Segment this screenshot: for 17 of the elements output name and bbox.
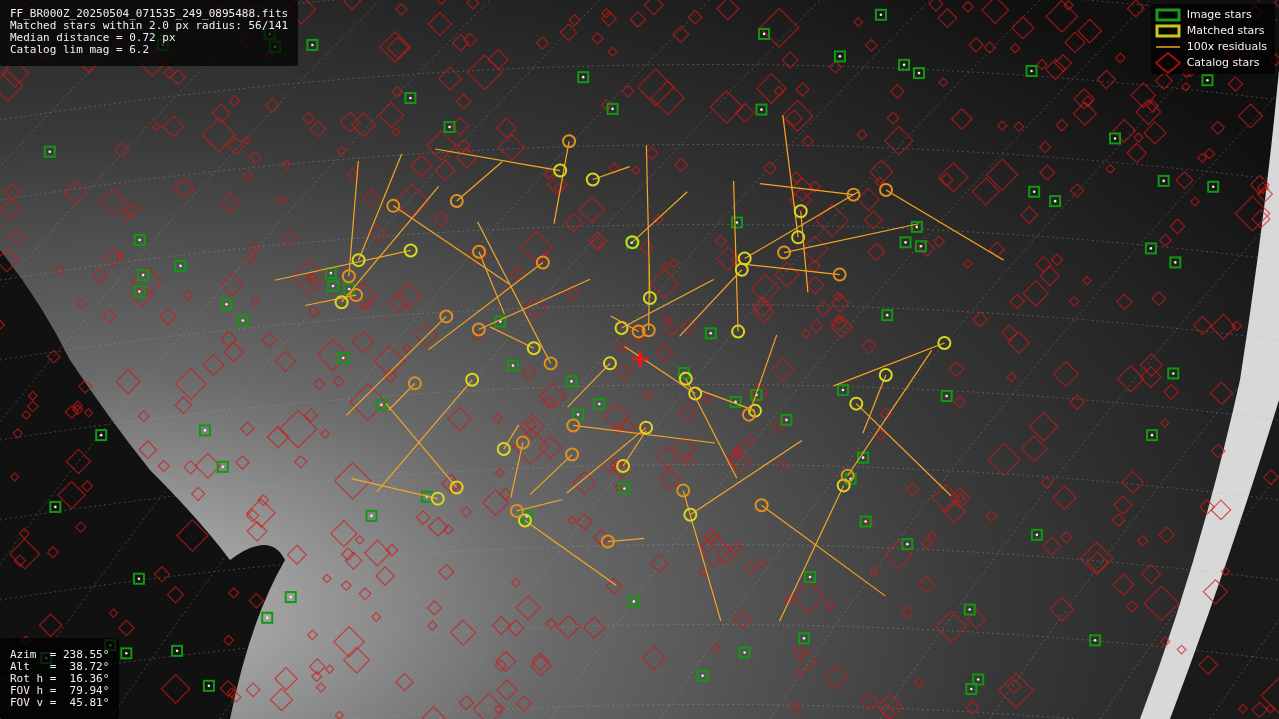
info-text: Median distance = 0.72 px <box>10 32 177 44</box>
pointing-text: FOV v = 45.81° <box>10 697 110 709</box>
legend-label: 100x residuals <box>1186 41 1267 53</box>
info-text: Matched stars within 2.0 px radius: 56/141 <box>10 20 289 32</box>
legend-label: Image stars <box>1186 9 1252 21</box>
info-text: FF_BR000Z_20250504_071535_249_0895488.fits <box>10 8 289 20</box>
square-icon <box>1155 24 1181 38</box>
legend-label: Matched stars <box>1186 25 1265 37</box>
pointing-text: Alt = 38.72° <box>10 661 110 673</box>
legend-label: Catalog stars <box>1186 57 1260 69</box>
line-icon <box>1154 46 1181 48</box>
pointing-text: FOV h = 79.94° <box>10 685 110 697</box>
info-text: Catalog lim mag = 6.2 <box>10 44 151 56</box>
square-icon <box>1155 8 1181 22</box>
pointing-text: Azim = 238.55° <box>10 649 110 661</box>
pointing-text: Rot h = 16.36° <box>10 673 110 685</box>
diamond-icon <box>1154 51 1182 75</box>
